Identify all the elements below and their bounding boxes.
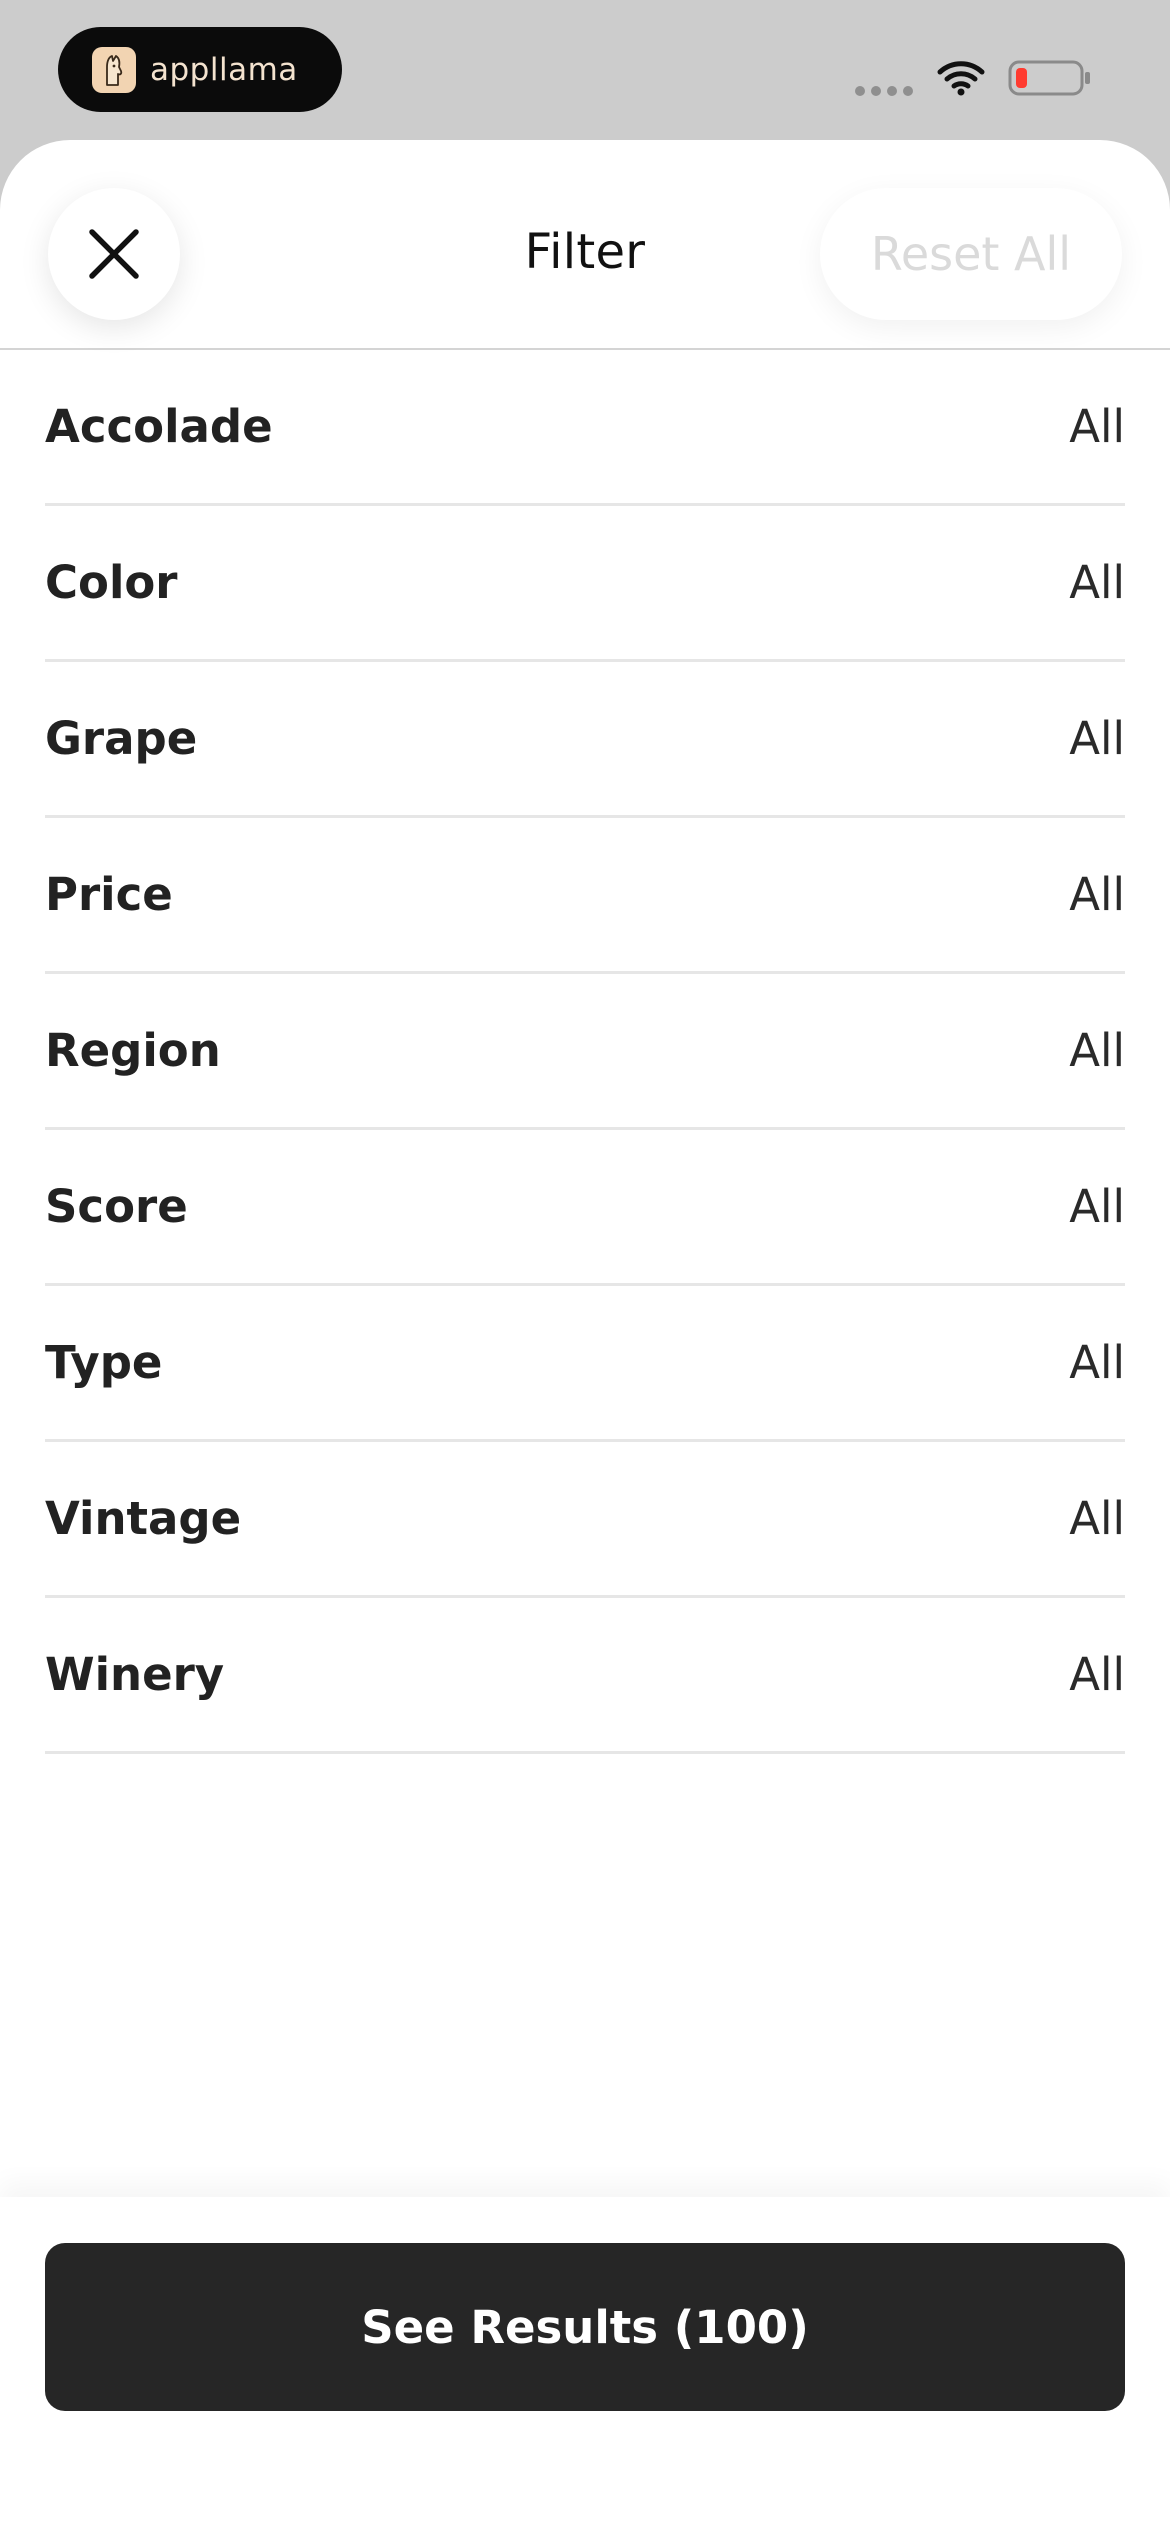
filter-list: Accolade All Color All Grape All Price A…	[45, 350, 1125, 1754]
wifi-icon	[937, 61, 985, 96]
filter-label: Accolade	[45, 400, 273, 453]
reset-all-button[interactable]: Reset All	[820, 188, 1122, 320]
filter-row-vintage[interactable]: Vintage All	[45, 1442, 1125, 1598]
filter-row-price[interactable]: Price All	[45, 818, 1125, 974]
app-name: appllama	[150, 51, 298, 88]
filter-label: Price	[45, 868, 173, 921]
filter-sheet: Filter Reset All Accolade All Color All …	[0, 140, 1170, 2532]
status-bar: appllama	[0, 0, 1170, 140]
filter-label: Winery	[45, 1648, 225, 1701]
app-logo-icon	[92, 46, 136, 93]
filter-value: All	[1069, 400, 1125, 453]
filter-row-winery[interactable]: Winery All	[45, 1598, 1125, 1754]
see-results-button[interactable]: See Results (100)	[45, 2243, 1125, 2411]
battery-low-icon	[1008, 60, 1090, 96]
filter-value: All	[1069, 1492, 1125, 1545]
filter-value: All	[1069, 1180, 1125, 1233]
app-badge[interactable]: appllama	[58, 27, 342, 112]
filter-value: All	[1069, 1024, 1125, 1077]
filter-label: Color	[45, 556, 178, 609]
filter-label: Grape	[45, 712, 198, 765]
sheet-header: Filter Reset All	[0, 140, 1170, 350]
filter-value: All	[1069, 712, 1125, 765]
filter-value: All	[1069, 556, 1125, 609]
sheet-footer: See Results (100)	[0, 2197, 1170, 2532]
filter-row-score[interactable]: Score All	[45, 1130, 1125, 1286]
filter-row-type[interactable]: Type All	[45, 1286, 1125, 1442]
filter-value: All	[1069, 868, 1125, 921]
filter-label: Type	[45, 1336, 163, 1389]
filter-row-accolade[interactable]: Accolade All	[45, 350, 1125, 506]
filter-value: All	[1069, 1648, 1125, 1701]
filter-row-region[interactable]: Region All	[45, 974, 1125, 1130]
cellular-signal-icon	[855, 86, 913, 96]
filter-label: Region	[45, 1024, 221, 1077]
filter-label: Score	[45, 1180, 188, 1233]
filter-row-color[interactable]: Color All	[45, 506, 1125, 662]
filter-value: All	[1069, 1336, 1125, 1389]
filter-row-grape[interactable]: Grape All	[45, 662, 1125, 818]
filter-label: Vintage	[45, 1492, 242, 1545]
